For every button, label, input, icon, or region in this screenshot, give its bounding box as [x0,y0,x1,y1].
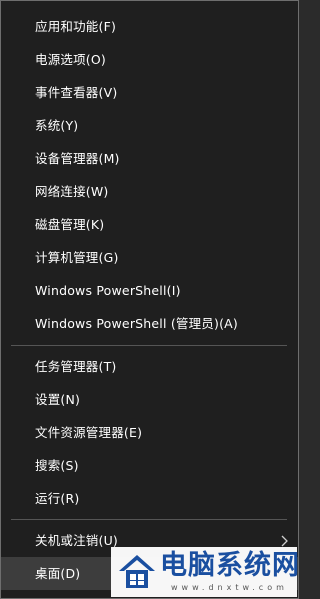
menu-item-label: 运行(R) [35,491,80,506]
menu-item-task-manager[interactable]: 任务管理器(T) [1,350,298,383]
winx-context-menu: 应用和功能(F) 电源选项(O) 事件查看器(V) 系统(Y) 设备管理器(M)… [0,0,299,599]
menu-item-powershell[interactable]: Windows PowerShell(I) [1,274,298,307]
menu-item-label: 桌面(D) [35,566,81,581]
menu-item-label: 电源选项(O) [35,52,106,67]
menu-item-label: 计算机管理(G) [35,250,119,265]
menu-item-power-options[interactable]: 电源选项(O) [1,43,298,76]
watermark-title: 电脑系统网 [160,550,300,581]
house-logo-icon [119,555,155,588]
menu-item-label: 关机或注销(U) [35,533,119,548]
menu-separator [11,519,287,520]
menu-item-settings[interactable]: 设置(N) [1,383,298,416]
menu-item-label: Windows PowerShell (管理员)(A) [35,316,238,331]
menu-item-search[interactable]: 搜索(S) [1,449,298,482]
menu-item-label: 事件查看器(V) [35,85,118,100]
menu-item-run[interactable]: 运行(R) [1,482,298,515]
menu-item-label: 搜索(S) [35,458,79,473]
menu-item-file-explorer[interactable]: 文件资源管理器(E) [1,416,298,449]
menu-item-computer-management[interactable]: 计算机管理(G) [1,241,298,274]
menu-item-label: 任务管理器(T) [35,359,117,374]
menu-item-label: 网络连接(W) [35,184,109,199]
menu-separator [11,345,287,346]
menu-item-label: 磁盘管理(K) [35,217,105,232]
menu-item-label: 文件资源管理器(E) [35,425,143,440]
menu-item-event-viewer[interactable]: 事件查看器(V) [1,76,298,109]
menu-item-device-manager[interactable]: 设备管理器(M) [1,142,298,175]
menu-item-label: Windows PowerShell(I) [35,283,181,298]
menu-item-network-connections[interactable]: 网络连接(W) [1,175,298,208]
menu-item-disk-management[interactable]: 磁盘管理(K) [1,208,298,241]
watermark: 电脑系统网 www.dnxtw.com [111,547,300,597]
menu-item-label: 设备管理器(M) [35,151,120,166]
menu-item-apps-and-features[interactable]: 应用和功能(F) [1,10,298,43]
menu-item-label: 设置(N) [35,392,81,407]
menu-item-powershell-admin[interactable]: Windows PowerShell (管理员)(A) [1,307,298,340]
menu-item-label: 系统(Y) [35,118,79,133]
menu-item-system[interactable]: 系统(Y) [1,109,298,142]
watermark-url: www.dnxtw.com [171,583,288,592]
menu-item-label: 应用和功能(F) [35,19,117,34]
